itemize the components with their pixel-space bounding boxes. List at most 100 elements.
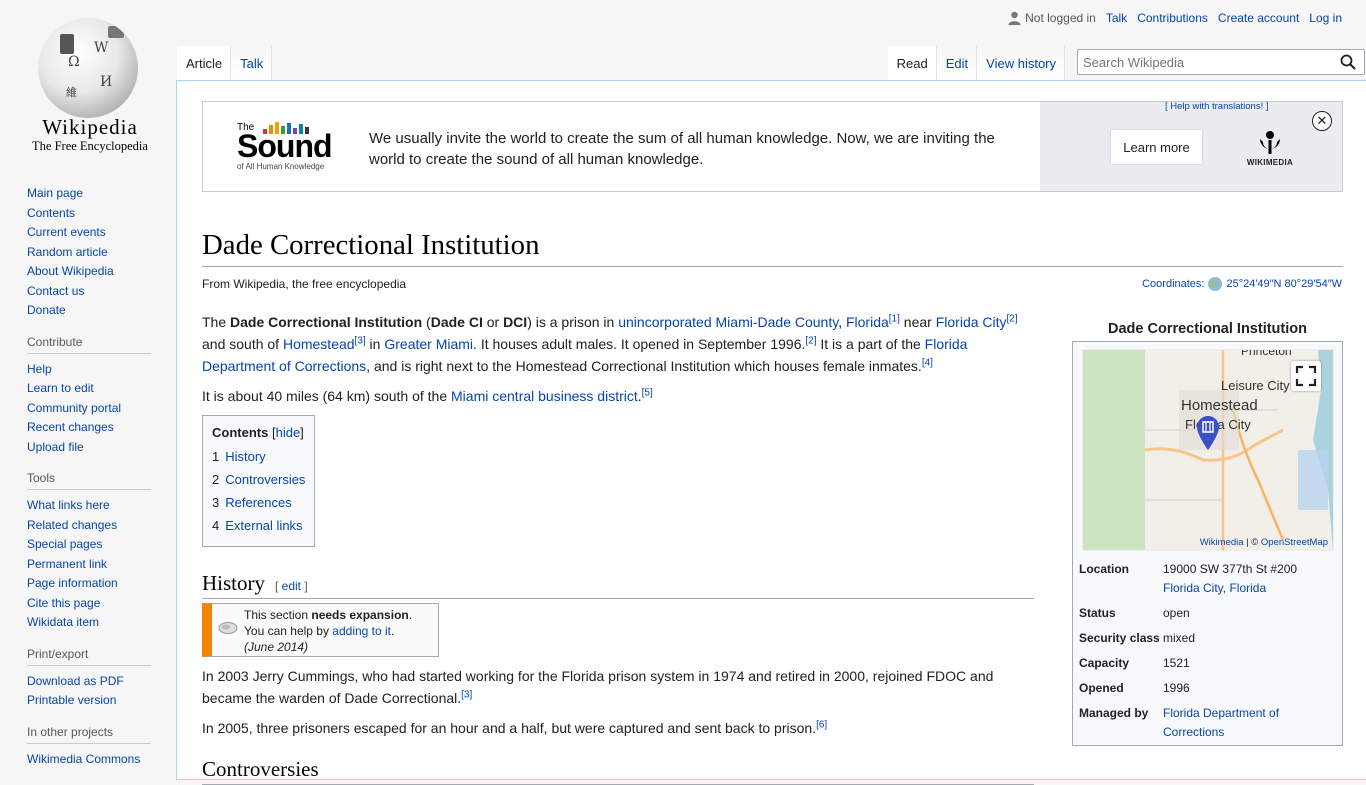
infobox-row-status: Status open — [1079, 606, 1190, 620]
coordinates-label[interactable]: Coordinates: — [1142, 278, 1204, 290]
sidebar-item-what-links-here[interactable]: What links here — [27, 496, 176, 516]
tab-article[interactable]: Article — [177, 46, 232, 81]
prison-marker-icon[interactable] — [1197, 416, 1219, 452]
sidebar-item-cite-this-page[interactable]: Cite this page — [27, 594, 176, 614]
ref-1[interactable]: [1] — [889, 313, 900, 324]
sidebar-item-special-pages[interactable]: Special pages — [27, 535, 176, 555]
controversies-heading: Controversies — [202, 757, 1034, 785]
table-of-contents: Contents [hide] 1 History 2 Controversies … — [202, 415, 316, 547]
search-icon[interactable] — [1340, 54, 1356, 70]
map-label: Princeton — [1241, 349, 1292, 358]
history-body: In 2003 Jerry Cummings, who had started … — [202, 665, 1042, 747]
map-label: Leisure City — [1221, 378, 1290, 393]
sidebar-item-random-article[interactable]: Random article — [27, 243, 176, 263]
link-greater-miami[interactable]: Greater Miami — [384, 336, 473, 352]
sidebar-item-related-changes[interactable]: Related changes — [27, 516, 176, 536]
coordinates: Coordinates: 25°24′49″N 80°29′54″W — [1142, 276, 1342, 292]
link-miami-cbd[interactable]: Miami central business district — [451, 388, 638, 404]
sidebar-item-main-page[interactable]: Main page — [27, 184, 176, 204]
fullscreen-button[interactable] — [1291, 361, 1321, 391]
adding-to-it-link[interactable]: adding to it — [332, 624, 391, 638]
wikimedia-logo: WIKIMEDIA — [1235, 130, 1305, 167]
sidebar-heading: Contribute — [27, 335, 151, 354]
map-attribution: Wikimedia | © OpenStreetMap — [1199, 537, 1328, 548]
infobox-row-location: Location 19000 SW 377th St #200 Florida C… — [1079, 562, 1298, 595]
location-map[interactable]: Princeton Leisure City Homestead Florida… — [1082, 349, 1334, 551]
talk-link[interactable]: Talk — [1106, 11, 1127, 25]
ref-2b[interactable]: [2] — [805, 335, 816, 346]
toc-hide-link[interactable]: hide — [276, 425, 301, 440]
tab-edit[interactable]: Edit — [936, 46, 978, 80]
wikipedia-logo[interactable]: Ω W 維 И Wikipedia The Free Encyclopedia — [24, 12, 156, 162]
link-florida[interactable]: Florida — [846, 314, 889, 330]
managed-by-link[interactable]: Florida Department of Corrections — [1163, 706, 1279, 739]
view-tabs: Read Edit View history — [887, 46, 1065, 81]
ref-4[interactable]: [4] — [922, 357, 933, 368]
ref-3[interactable]: [3] — [355, 335, 366, 346]
user-icon — [1008, 11, 1021, 25]
sidebar-item-contents[interactable]: Contents — [27, 204, 176, 224]
globe-icon — [1208, 277, 1223, 291]
link-homestead[interactable]: Homestead — [283, 336, 355, 352]
sidebar-item-download-pdf[interactable]: Download as PDF — [27, 672, 176, 692]
personal-tools: Not logged in Talk Contributions Create … — [1008, 11, 1342, 25]
toc-item[interactable]: 2 Controversies — [212, 468, 305, 491]
sidebar-item-recent-changes[interactable]: Recent changes — [27, 418, 176, 438]
sidebar-item-learn-to-edit[interactable]: Learn to edit — [27, 379, 176, 399]
history-heading: History[ edit ] — [202, 571, 1034, 599]
tab-view-history[interactable]: View history — [977, 46, 1065, 80]
sidebar-item-current-events[interactable]: Current events — [27, 223, 176, 243]
sound-logo: The Sound of All Human Knowledge — [237, 122, 333, 171]
ref-3b[interactable]: [3] — [461, 689, 472, 700]
tab-read[interactable]: Read — [887, 46, 937, 81]
content-area: The Sound of All Human Knowledge We usua… — [176, 80, 1366, 785]
sidebar-navigation: Main page Contents Current events Random… — [27, 184, 176, 321]
page-title: Dade Correctional Institution — [202, 229, 1343, 267]
sidebar-print: Print/export Download as PDF Printable v… — [27, 647, 176, 711]
sidebar-item-contact[interactable]: Contact us — [27, 282, 176, 302]
sidebar-contribute: Contribute Help Learn to edit Community … — [27, 335, 176, 458]
toc-title: Contents [hide] — [212, 425, 304, 440]
banner-actions: [ Help with translations! ] Learn more W… — [1040, 101, 1342, 191]
sidebar-item-upload-file[interactable]: Upload file — [27, 438, 176, 458]
sidebar-item-wikimedia-commons[interactable]: Wikimedia Commons — [27, 750, 176, 770]
sidebar-item-permanent-link[interactable]: Permanent link — [27, 555, 176, 575]
history-edit-link[interactable]: edit — [282, 579, 301, 593]
infobox: Princeton Leisure City Homestead Florida… — [1072, 341, 1343, 746]
link-unincorporated[interactable]: unincorporated Miami-Dade County — [618, 314, 838, 330]
create-account-link[interactable]: Create account — [1218, 11, 1299, 25]
infobox-row-security: Security class mixed — [1079, 631, 1196, 645]
help-translations-link[interactable]: [ Help with translations! ] — [1165, 101, 1269, 112]
log-in-link[interactable]: Log in — [1309, 11, 1342, 25]
sidebar-item-page-information[interactable]: Page information — [27, 574, 176, 594]
central-notice-banner: The Sound of All Human Knowledge We usua… — [202, 101, 1343, 192]
sidebar-item-community-portal[interactable]: Community portal — [27, 399, 176, 419]
toc-item[interactable]: 1 History — [212, 445, 305, 468]
ref-2[interactable]: [2] — [1007, 313, 1018, 324]
toc-item[interactable]: 3 References — [212, 491, 305, 514]
close-banner-button[interactable]: ✕ — [1312, 111, 1332, 131]
sidebar-item-wikidata-item[interactable]: Wikidata item — [27, 613, 176, 633]
banner-text: We usually invite the world to create th… — [369, 130, 995, 168]
wikimedia-icon — [1260, 131, 1280, 154]
search-input[interactable] — [1083, 51, 1313, 73]
toc-item[interactable]: 4 External links — [212, 514, 305, 537]
second-paragraph: It is about 40 miles (64 km) south of th… — [202, 387, 653, 404]
sidebar-item-printable-version[interactable]: Printable version — [27, 691, 176, 711]
sidebar-item-about[interactable]: About Wikipedia — [27, 262, 176, 282]
learn-more-button[interactable]: Learn more — [1111, 130, 1202, 164]
coordinates-value[interactable]: 25°24′49″N 80°29′54″W — [1226, 278, 1342, 290]
expand-notice-icon — [218, 622, 238, 634]
ref-5[interactable]: [5] — [642, 387, 653, 398]
ref-6[interactable]: [6] — [816, 719, 827, 730]
infobox-row-capacity: Capacity 1521 — [1079, 656, 1190, 670]
location-link[interactable]: Florida City, Florida — [1163, 581, 1266, 595]
sidebar: Main page Contents Current events Random… — [0, 178, 176, 783]
sidebar-tools: Tools What links here Related changes Sp… — [27, 471, 176, 633]
not-logged-in: Not logged in — [1008, 11, 1096, 25]
contributions-link[interactable]: Contributions — [1137, 11, 1208, 25]
link-florida-city[interactable]: Florida City — [936, 314, 1007, 330]
sidebar-item-help[interactable]: Help — [27, 360, 176, 380]
tab-talk[interactable]: Talk — [231, 46, 273, 80]
sidebar-item-donate[interactable]: Donate — [27, 301, 176, 321]
